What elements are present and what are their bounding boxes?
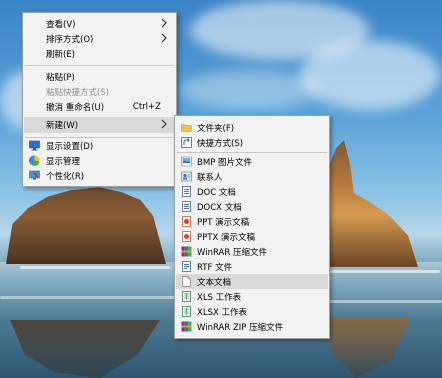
menu-item-label: 个性化(R) [46,171,85,182]
text-file-icon [181,276,192,287]
bmp-file-icon [181,156,192,167]
menu-item-label: 新建(W) [46,121,79,131]
ppt-file-icon [181,216,192,227]
folder-icon [181,122,192,133]
menu-item-label: XLSX 工作表 [197,307,247,318]
new-submenu: 文件夹(F) 快捷方式(S) BMP 图片文件 联系人 DOC 文档 DOCX … [174,115,330,339]
display-manager-icon [29,155,40,166]
menu-item-label: XLS 工作表 [197,292,242,303]
menu-item-display-manager[interactable]: 显示管理 [24,153,175,168]
winrar-zip-icon [181,321,192,332]
menu-item-label: WinRAR 压缩文件 [197,247,267,258]
menu-item-label: 刷新(E) [46,49,76,60]
menu-item-label: PPT 演示文稿 [197,217,250,228]
menu-item-sort-by[interactable]: 排序方式(O) [24,31,175,46]
submenu-item-xls[interactable]: XLS 工作表 [176,289,328,304]
menu-item-label: WinRAR ZIP 压缩文件 [197,322,284,333]
menu-item-personalize[interactable]: 个性化(R) [24,168,175,183]
menu-item-label: 显示管理 [46,156,81,167]
menu-item-refresh[interactable]: 刷新(E) [24,46,175,61]
menu-separator [25,65,174,66]
submenu-item-rtf[interactable]: RTF 文件 [176,259,328,274]
docx-file-icon [181,201,192,212]
menu-item-label: 查看(V) [46,19,76,30]
menu-item-label: 撤消 重命名(U) [46,102,105,113]
doc-file-icon [181,186,192,197]
menu-item-label: 显示设置(D) [46,141,94,152]
menu-item-label: DOC 文档 [197,187,236,198]
submenu-item-doc[interactable]: DOC 文档 [176,184,328,199]
menu-item-label: RTF 文件 [197,262,233,273]
menu-item-label: 联系人 [197,172,223,183]
menu-item-undo-rename[interactable]: 撤消 重命名(U) Ctrl+Z [24,99,175,114]
menu-item-paste-shortcut: 粘贴快捷方式(S) [24,84,175,99]
personalize-icon [29,170,40,181]
menu-item-display-settings[interactable]: 显示设置(D) [24,138,175,153]
menu-separator [177,152,327,153]
menu-item-label: 粘贴快捷方式(S) [46,87,110,98]
submenu-item-winrar-zip[interactable]: WinRAR ZIP 压缩文件 [176,319,328,334]
contact-icon [181,171,192,182]
chevron-right-icon [159,17,169,29]
submenu-item-contact[interactable]: 联系人 [176,169,328,184]
menu-item-label: 快捷方式(S) [197,138,244,149]
desktop-context-menu: 查看(V) 排序方式(O) 刷新(E) 粘贴(P) 粘贴快捷方式(S) 撤消 重… [22,12,177,187]
submenu-item-text-document[interactable]: 文本文档 [176,274,328,289]
menu-item-label: 排序方式(O) [46,34,94,45]
menu-item-paste[interactable]: 粘贴(P) [24,69,175,84]
chevron-right-icon [159,118,169,130]
submenu-item-docx[interactable]: DOCX 文档 [176,199,328,214]
submenu-item-ppt[interactable]: PPT 演示文稿 [176,214,328,229]
menu-item-label: 文件夹(F) [197,123,235,134]
sea-stack-left [6,187,166,264]
menu-item-label: 粘贴(P) [46,72,75,83]
submenu-item-shortcut[interactable]: 快捷方式(S) [176,135,328,150]
display-settings-icon [29,140,40,151]
sea-stack-right [318,140,418,267]
menu-item-label: BMP 图片文件 [197,157,252,168]
chevron-right-icon [159,32,169,44]
xls-file-icon [181,291,192,302]
submenu-item-xlsx[interactable]: XLSX 工作表 [176,304,328,319]
shortcut-icon [181,137,192,148]
winrar-icon [181,246,192,257]
shortcut-label: Ctrl+Z [132,101,161,112]
menu-item-label: DOCX 文档 [197,202,242,213]
xlsx-file-icon [181,306,192,317]
menu-item-new[interactable]: 新建(W) [24,117,175,133]
pptx-file-icon [181,231,192,242]
submenu-item-folder[interactable]: 文件夹(F) [176,120,328,135]
rtf-file-icon [181,261,192,272]
menu-item-view[interactable]: 查看(V) [24,16,175,31]
submenu-item-winrar[interactable]: WinRAR 压缩文件 [176,244,328,259]
menu-item-label: 文本文档 [197,277,232,288]
submenu-item-bmp[interactable]: BMP 图片文件 [176,154,328,169]
menu-item-label: PPTX 演示文稿 [197,232,255,243]
submenu-item-pptx[interactable]: PPTX 演示文稿 [176,229,328,244]
